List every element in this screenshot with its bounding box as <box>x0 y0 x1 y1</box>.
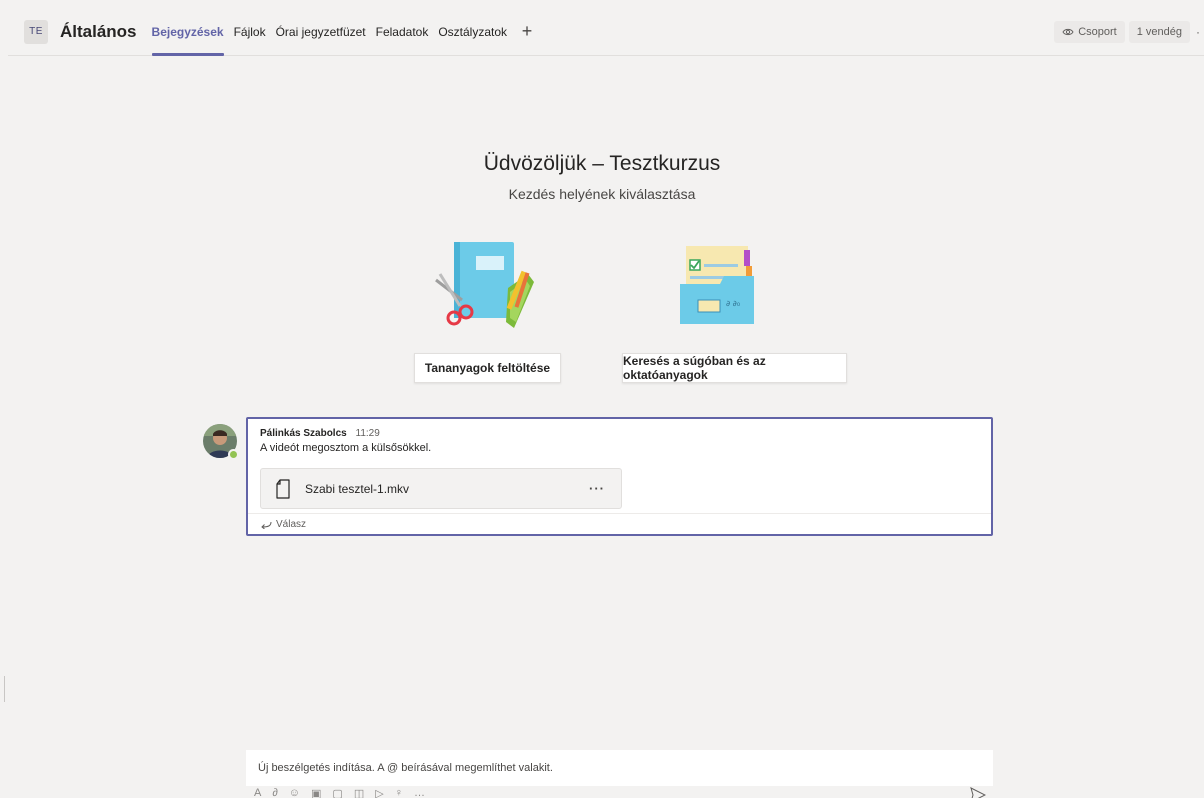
tab-posts[interactable]: Bejegyzések <box>147 8 229 56</box>
attach-icon[interactable]: ∂ <box>272 787 277 798</box>
message-author[interactable]: Pálinkás Szabolcs <box>260 428 347 439</box>
stream-icon[interactable]: ▷ <box>375 787 383 798</box>
channel-header: TE Általános Bejegyzések Fájlok Órai jeg… <box>8 8 1204 56</box>
message-text: A videót megosztom a külsősökkel. <box>260 442 432 454</box>
eye-icon <box>1062 28 1074 35</box>
send-icon[interactable] <box>970 787 986 798</box>
file-name: Szabi tesztel-1.mkv <box>305 481 410 496</box>
file-attachment[interactable]: Szabi tesztel-1.mkv ··· <box>260 468 622 509</box>
format-icon[interactable]: A <box>254 787 261 798</box>
guest-label: 1 vendég <box>1136 25 1182 38</box>
search-help-button[interactable]: Keresés a súgóban és az oktatóanyagok <box>622 353 847 383</box>
tab-assignments[interactable]: Feladatok <box>371 8 434 56</box>
praise-icon[interactable]: ♀ <box>395 787 403 798</box>
help-tutorials-illustration: ∂ ∂₀ <box>680 246 754 324</box>
welcome-subtitle: Kezdés helyének kiválasztása <box>508 186 696 202</box>
compose-toolbar: A ∂ ☺ ▣ ▢ ◫ ▷ ♀ … <box>254 787 425 798</box>
message-header: Pálinkás Szabolcs 11:29 <box>260 428 380 439</box>
guest-count-button[interactable]: 1 vendég <box>1128 20 1190 43</box>
emoji-icon[interactable]: ☺ <box>289 787 300 798</box>
folder-sign: ∂ ∂₀ <box>726 299 740 308</box>
tab-files[interactable]: Fájlok <box>229 8 271 56</box>
file-more-options-button[interactable]: ··· <box>589 481 605 496</box>
tab-grades[interactable]: Osztályzatok <box>433 8 512 56</box>
meet-icon[interactable]: ◫ <box>354 787 364 798</box>
channel-title: Általános <box>60 21 137 41</box>
more-options-button[interactable]: · <box>1194 25 1202 39</box>
welcome-title: Üdvözöljük – Tesztkurzus <box>483 152 721 175</box>
file-icon <box>276 478 290 499</box>
header-actions: Csoport 1 vendég · <box>1054 20 1204 43</box>
message-card[interactable]: Pálinkás Szabolcs 11:29 A videót megoszt… <box>246 417 993 536</box>
plus-icon: + <box>521 21 533 41</box>
tab-class-notebook[interactable]: Órai jegyzetfüzet <box>271 8 371 56</box>
more-apps-icon[interactable]: … <box>414 787 425 798</box>
add-tab-button[interactable]: + <box>516 8 538 56</box>
upload-materials-illustration <box>435 242 534 328</box>
sticker-icon[interactable]: ▢ <box>332 787 342 798</box>
group-label: Csoport <box>1078 25 1117 38</box>
message-timestamp: 11:29 <box>355 428 380 439</box>
gif-icon[interactable]: ▣ <box>311 787 321 798</box>
reply-icon <box>261 521 272 529</box>
reply-label: Válasz <box>276 518 307 530</box>
teams-app: TE Általános Bejegyzések Fájlok Órai jeg… <box>0 0 1204 798</box>
compose-input[interactable]: Új beszélgetés indítása. A @ beírásával … <box>246 750 993 786</box>
channel-tabs: Bejegyzések Fájlok Órai jegyzetfüzet Fel… <box>147 8 539 56</box>
window-edge-handle <box>4 676 5 702</box>
team-avatar[interactable]: TE <box>24 19 48 44</box>
group-button[interactable]: Csoport <box>1054 20 1125 43</box>
presence-available-icon <box>228 449 239 460</box>
upload-materials-button[interactable]: Tananyagok feltöltése <box>414 353 561 383</box>
reply-button[interactable]: Válasz <box>248 513 991 534</box>
